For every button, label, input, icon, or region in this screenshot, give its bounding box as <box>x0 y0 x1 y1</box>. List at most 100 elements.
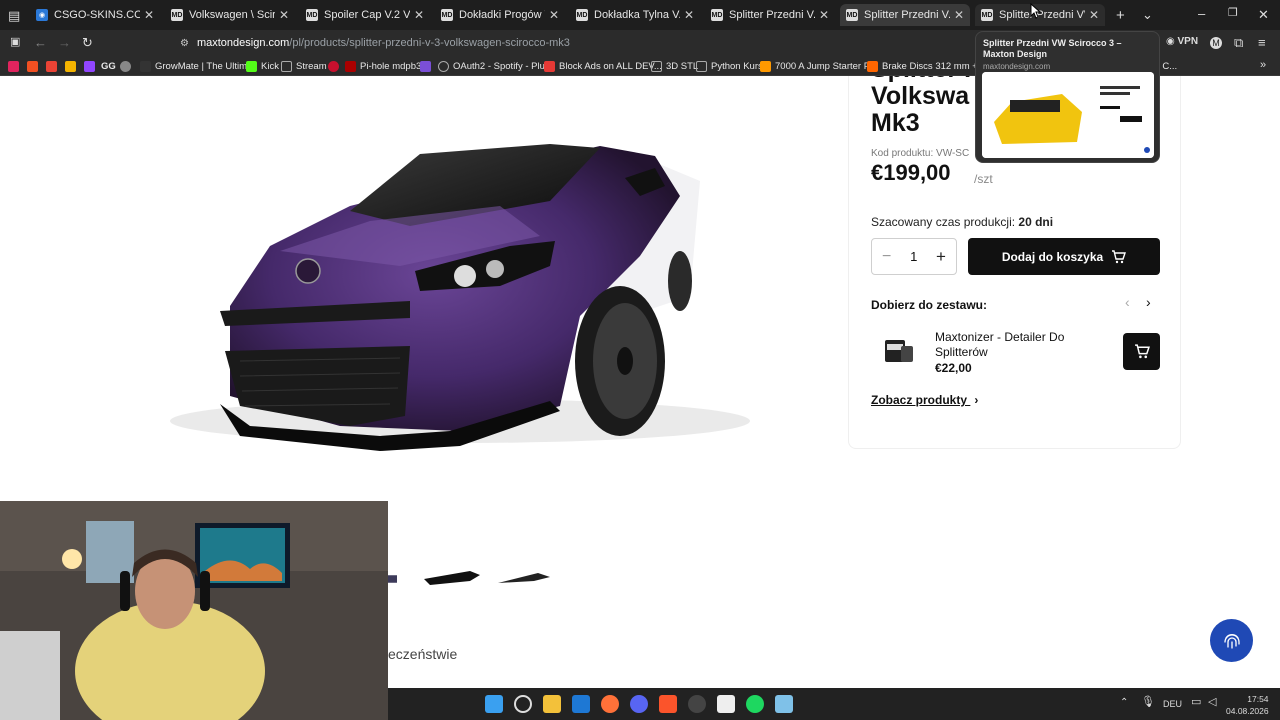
decrease-quantity-button[interactable]: − <box>882 248 891 266</box>
bookmark-label: OAuth2 - Spotify - Plu... <box>453 60 553 72</box>
see-products-link[interactable]: Zobacz produkty › <box>871 393 978 407</box>
close-tab-icon[interactable]: ✕ <box>414 8 424 22</box>
volume-icon[interactable]: ◁ <box>1208 697 1216 708</box>
bookmark-label: Python Kurs <box>711 60 763 72</box>
bookmark-label: GG <box>101 60 116 72</box>
bookmark-3dstl[interactable]: 3D STL <box>651 59 698 73</box>
bookmark-2[interactable] <box>27 59 42 73</box>
bookmark-growmate[interactable]: GrowMate | The Ultim... <box>140 59 255 73</box>
bookmarks-overflow-icon[interactable]: » <box>1260 60 1266 71</box>
display-icon[interactable]: ▭ <box>1191 697 1201 708</box>
bookmark-icon <box>8 60 19 72</box>
bookmark-pihole[interactable]: Pi-hole mdpb3 <box>345 59 421 73</box>
address-bar[interactable]: ⚙ maxtondesign.com/pl/products/splitter-… <box>180 33 970 53</box>
file-explorer-icon[interactable] <box>543 695 561 713</box>
spotify-icon[interactable] <box>746 695 764 713</box>
close-tab-icon[interactable]: ✕ <box>954 8 964 22</box>
folder-icon <box>651 60 662 72</box>
bookmark-block-ads[interactable]: Block Ads on ALL DEV... <box>544 59 662 73</box>
bookmark-python-kurs[interactable]: Python Kurs <box>696 59 763 73</box>
close-tab-icon[interactable]: ✕ <box>549 8 559 22</box>
new-tab-icon[interactable]: + <box>1116 8 1125 23</box>
thumbnail-1[interactable] <box>388 561 412 597</box>
forward-icon[interactable]: → <box>58 36 71 49</box>
close-tab-icon[interactable]: ✕ <box>684 8 694 22</box>
clock-time: 17:54 <box>1247 694 1269 704</box>
close-tab-icon[interactable]: ✕ <box>144 8 154 22</box>
close-tab-icon[interactable]: ✕ <box>1089 8 1099 22</box>
site-info-icon[interactable]: ⚙ <box>180 38 189 49</box>
extensions-icon[interactable]: ⧉ <box>1234 36 1243 49</box>
tab-dokladki-progow[interactable]: MD Dokładki Progów Volkswag ✕ <box>435 4 565 26</box>
tab-csgo-skins[interactable]: ◉ CSGO-SKINS.COM - The be ✕ <box>30 4 160 26</box>
maxton-favicon: MD <box>306 9 318 21</box>
tab-actions-icon[interactable]: ▤ <box>8 9 20 22</box>
bookmark-jump-starter[interactable]: 7000 A Jump Starter P... <box>760 59 877 73</box>
quantity-stepper[interactable]: − 1 + <box>871 238 957 275</box>
bookmark-13[interactable] <box>420 59 435 73</box>
production-time-label: Szacowany czas produkcji: <box>871 215 1016 229</box>
tab-splitter-v3[interactable]: MD Splitter Przedni V.3 Volkswa ✕ <box>840 4 970 26</box>
search-icon[interactable] <box>514 695 532 713</box>
back-icon[interactable]: ← <box>34 36 47 49</box>
bookmark-gg[interactable]: GG <box>101 59 116 73</box>
minimize-icon[interactable]: – <box>1198 7 1205 20</box>
discord-icon[interactable] <box>630 695 648 713</box>
bookmark-kick[interactable]: Kick <box>246 59 279 73</box>
add-to-cart-button[interactable]: Dodaj do koszyka <box>968 238 1160 275</box>
bookmark-5[interactable] <box>84 59 99 73</box>
see-products-label: Zobacz produkty <box>871 393 968 407</box>
amazon-icon <box>760 60 771 72</box>
tray-overflow-icon[interactable]: ⌃ <box>1120 698 1128 708</box>
chevron-right-icon[interactable]: › <box>1146 294 1151 310</box>
firefox-icon[interactable] <box>601 695 619 713</box>
bundle-add-to-cart-button[interactable] <box>1123 333 1160 370</box>
clock[interactable]: 17:54 04.08.2026 <box>1226 693 1269 717</box>
bookmark-stream[interactable]: Stream <box>281 59 327 73</box>
close-tab-icon[interactable]: ✕ <box>819 8 829 22</box>
obs-icon[interactable] <box>688 695 706 713</box>
amazon-icon <box>867 60 878 72</box>
bookmark-1[interactable] <box>8 59 23 73</box>
product-hero-image[interactable] <box>80 86 820 506</box>
sidebar-toggle-icon[interactable]: ▣ <box>10 37 20 48</box>
notepad-icon[interactable] <box>775 695 793 713</box>
profile-avatar[interactable]: M <box>1210 37 1222 49</box>
microphone-icon[interactable]: 🎙 <box>1141 697 1155 708</box>
vpn-button[interactable]: ◉ VPN <box>1166 37 1198 47</box>
close-window-icon[interactable]: ✕ <box>1258 8 1269 21</box>
tab-dokladka-tylna[interactable]: MD Dokładka Tylna V.1 Volkswa ✕ <box>570 4 700 26</box>
bundle-item-name[interactable]: Maxtonizer - Detailer Do Splitterów <box>935 330 1105 360</box>
bookmark-brake-discs[interactable]: Brake Discs 312 mm +... <box>867 59 986 73</box>
cart-icon <box>1134 344 1150 359</box>
bookmark-3[interactable] <box>46 59 61 73</box>
menu-icon[interactable]: ≡ <box>1258 36 1266 49</box>
tab-search-icon[interactable]: ⌄ <box>1142 8 1153 21</box>
bookmark-4[interactable] <box>65 59 80 73</box>
tab-spoiler-cap[interactable]: MD Spoiler Cap V.2 Volkswagen ✕ <box>300 4 430 26</box>
bundle-item-image[interactable] <box>877 336 917 366</box>
bookmark-oauth2[interactable]: OAuth2 - Spotify - Plu... <box>438 59 553 73</box>
bookmark-7[interactable] <box>120 59 135 73</box>
app-icon[interactable] <box>717 695 735 713</box>
mail-icon[interactable] <box>572 695 590 713</box>
url-path: /pl/products/splitter-przedni-v-3-volksw… <box>289 37 570 49</box>
tab-volkswagen-scirocco[interactable]: MD Volkswagen \ Scirocco \ Mk ✕ <box>165 4 295 26</box>
reload-icon[interactable]: ↻ <box>82 36 93 49</box>
language-indicator[interactable]: DEU <box>1163 699 1182 709</box>
maximize-icon[interactable]: ❐ <box>1228 8 1238 19</box>
bookmark-icon <box>65 60 76 72</box>
tab-label: Splitter Przedni V.3 Volkswa <box>864 9 950 21</box>
thumbnail-2[interactable] <box>420 561 484 597</box>
tab-splitter-v2[interactable]: MD Splitter Przedni V.2 Volksw ✕ <box>705 4 835 26</box>
thumbnail-3[interactable] <box>492 561 556 597</box>
close-tab-icon[interactable]: ✕ <box>279 8 289 22</box>
bookmark-11[interactable] <box>328 59 343 73</box>
brave-icon[interactable] <box>659 695 677 713</box>
chevron-left-icon[interactable]: ‹ <box>1125 294 1130 310</box>
bookmark-label: Brake Discs 312 mm +... <box>882 60 986 72</box>
chat-widget-button[interactable] <box>1210 619 1253 662</box>
increase-quantity-button[interactable]: + <box>936 247 946 267</box>
quantity-value[interactable]: 1 <box>910 249 917 264</box>
start-icon[interactable] <box>485 695 503 713</box>
